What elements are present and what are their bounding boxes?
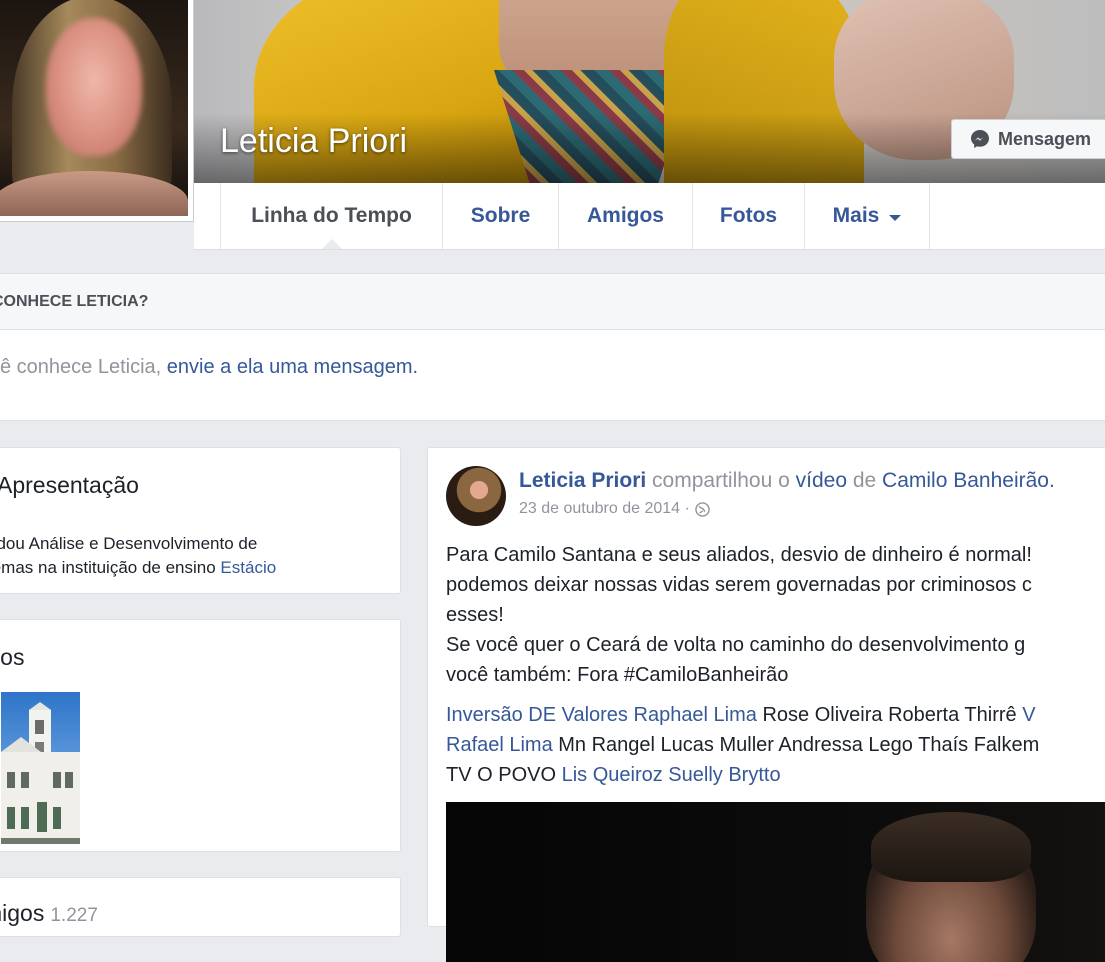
post-author-link[interactable]: Leticia Priori [519, 469, 646, 492]
tags-line-3: TV O POVO Lis Queiroz Suelly Brytto [446, 760, 1105, 790]
message-button-label: Mensagem [998, 128, 1092, 149]
know-person-box: CONHECE LETICIA? cê conhece Leticia, env… [0, 273, 1105, 421]
know-person-title: CONHECE LETICIA? [0, 293, 149, 310]
post-text-line: Para Camilo Santana e seus aliados, desv… [446, 544, 1032, 566]
send-message-link[interactable]: envie a ela uma mensagem. [167, 356, 418, 378]
know-person-header: CONHECE LETICIA? [0, 274, 1105, 330]
caret-down-icon [889, 215, 902, 221]
post-header: Leticia Priori compartilhou o vídeo de C… [519, 469, 1055, 493]
tab-photos[interactable]: Fotos [692, 183, 804, 249]
post-prep: de [847, 469, 883, 492]
tag-text: Rose Oliveira Roberta Thirrê [756, 704, 1023, 726]
tag-link[interactable]: Rafael Lima [446, 734, 553, 756]
post-date[interactable]: 23 de outubro de 2014 · [519, 500, 690, 518]
timeline-post: Leticia Priori compartilhou o vídeo de C… [427, 447, 1105, 962]
active-tab-indicator [322, 239, 342, 249]
intro-text: udou Análise e Desenvolvimento de temas … [0, 532, 307, 580]
profile-name[interactable]: Leticia Priori [220, 122, 407, 161]
post-text-line: Se você quer o Ceará de volta no caminho… [446, 634, 1026, 656]
video-person-hair [871, 812, 1031, 882]
know-person-text: cê conhece Leticia, envie a ela uma mens… [0, 356, 418, 379]
profile-face-blurred [46, 18, 142, 156]
friends-title[interactable]: migos1.227 [0, 900, 98, 927]
post-verb: compartilhou o [646, 469, 796, 492]
friends-count: 1.227 [50, 905, 98, 926]
tab-friends[interactable]: Amigos [558, 183, 692, 249]
post-tags: Inversão DE Valores Raphael Lima Rose Ol… [446, 700, 1105, 790]
tag-link[interactable]: V [1022, 704, 1035, 726]
school-link[interactable]: Estácio [220, 558, 276, 577]
post-meta: 23 de outubro de 2014 · [519, 500, 710, 518]
tags-line-2: Rafael Lima Mn Rangel Lucas Muller Andre… [446, 730, 1105, 760]
friends-card: migos1.227 [0, 877, 401, 937]
tags-line-1: Inversão DE Valores Raphael Lima Rose Ol… [446, 700, 1105, 730]
post-page-link[interactable]: Camilo Banheirão. [882, 469, 1055, 492]
tag-link[interactable]: Lis Queiroz [562, 764, 663, 786]
intro-study-text: udou Análise e Desenvolvimento de temas … [0, 534, 258, 577]
profile-picture[interactable] [0, 0, 188, 216]
church-image [1, 702, 80, 844]
post-text-line: podemos deixar nossas vidas serem govern… [446, 574, 1032, 596]
post-video-link[interactable]: vídeo [796, 469, 847, 492]
tag-link[interactable]: Inversão DE Valores [446, 704, 628, 726]
post-text: Para Camilo Santana e seus aliados, desv… [446, 540, 1105, 690]
message-button[interactable]: Mensagem [951, 119, 1105, 159]
tab-about[interactable]: Sobre [442, 183, 558, 249]
intro-title: Apresentação [0, 472, 139, 498]
post-author-avatar[interactable] [446, 466, 506, 526]
post-text-line: você também: Fora #CamiloBanheirão [446, 664, 789, 686]
profile-nav: Linha do Tempo Sobre Amigos Fotos Mais [194, 183, 1105, 250]
photos-title[interactable]: otos [0, 644, 24, 671]
shared-video[interactable] [446, 802, 1105, 962]
tag-link[interactable]: Suelly Brytto [668, 764, 780, 786]
post-text-line: esses! [446, 604, 504, 626]
globe-icon[interactable] [695, 501, 710, 517]
friends-title-label: migos [0, 900, 45, 926]
photos-card: otos [0, 619, 401, 852]
tab-more[interactable]: Mais [804, 183, 930, 249]
tab-more-label: Mais [832, 204, 880, 227]
tag-text: Mn Rangel Lucas Muller Andressa Lego Tha… [552, 734, 1040, 756]
tag-link[interactable]: Raphael Lima [634, 704, 757, 726]
photo-thumbnail[interactable] [1, 692, 80, 844]
messenger-icon [971, 130, 989, 148]
intro-card: Apresentação udou Análise e Desenvolvime… [0, 447, 401, 594]
know-person-prefix: cê conhece Leticia, [0, 356, 167, 378]
tag-text: TV O POVO [446, 764, 562, 786]
